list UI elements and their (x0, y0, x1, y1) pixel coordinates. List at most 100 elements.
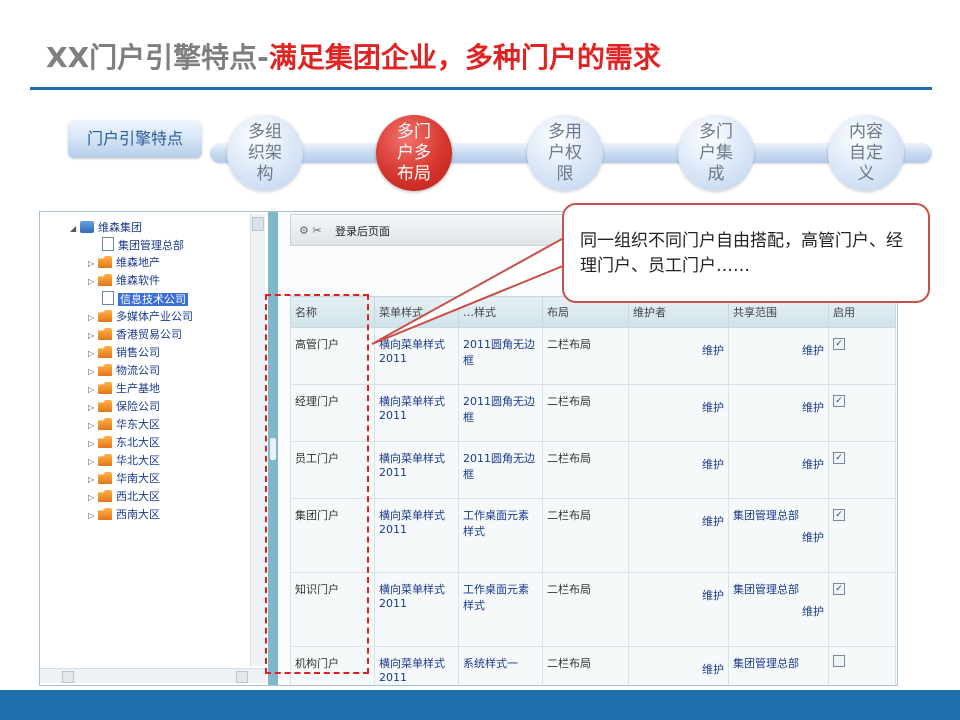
tree-vertical-scrollbar[interactable] (250, 214, 265, 666)
enabled-checkbox[interactable]: ✓ (833, 338, 845, 350)
scroll-left-button[interactable] (62, 671, 74, 683)
folder-icon (98, 490, 112, 502)
cell-menu-style[interactable]: 横向菜单样式2011 (374, 498, 459, 573)
nav-step-multi-integration[interactable]: 多门户集成 (678, 115, 754, 191)
feature-nav-tab[interactable]: 门户引擎特点 (68, 120, 202, 158)
cell-scope[interactable]: 集团管理总部 维护 (728, 498, 829, 573)
cell-enabled[interactable] (828, 646, 896, 685)
expand-toggle-icon[interactable]: ▷ (88, 400, 98, 416)
cell-maintainer[interactable]: 维护 (628, 646, 729, 685)
cell-enabled[interactable]: ✓ (828, 441, 896, 499)
cell-menu-style[interactable]: 横向菜单样式2011 (374, 646, 459, 685)
cell-portal-style[interactable]: 系统样式一 (458, 646, 543, 685)
expand-toggle-icon[interactable]: ▷ (88, 418, 98, 434)
column-header[interactable]: …样式 (458, 296, 543, 328)
expand-toggle-icon[interactable]: ▷ (88, 454, 98, 470)
tree-item[interactable]: ▷ 维森地产 (88, 255, 160, 271)
tree-item[interactable]: ▷ 物流公司 (88, 363, 160, 379)
cell-maintainer[interactable]: 维护 (628, 572, 729, 647)
footer-bar (0, 690, 960, 720)
tree-item[interactable]: ▷ 香港贸易公司 (88, 327, 182, 343)
tree-item[interactable]: ▷ 东北大区 (88, 435, 160, 451)
collapse-toggle-icon[interactable]: ◢ (70, 221, 80, 237)
name-column-highlight (265, 294, 369, 674)
scroll-up-button[interactable] (252, 217, 264, 231)
tree-horizontal-scrollbar[interactable] (40, 668, 266, 683)
cell-layout: 二栏布局 (542, 384, 629, 442)
cell-enabled[interactable]: ✓ (828, 498, 896, 573)
table-row[interactable]: 高管门户 横向菜单样式2011 2011圆角无边框 二栏布局 维护 维护 ✓ (290, 327, 896, 385)
cell-portal-style[interactable]: 工作桌面元素样式 (458, 572, 543, 647)
folder-icon (98, 364, 112, 376)
cell-menu-style[interactable]: 横向菜单样式2011 (374, 441, 459, 499)
cell-maintainer[interactable]: 维护 (628, 441, 729, 499)
tree-item[interactable]: ▷ 保险公司 (88, 399, 160, 415)
nav-step-multi-permission[interactable]: 多用户权限 (527, 115, 603, 191)
enabled-checkbox[interactable]: ✓ (833, 395, 845, 407)
cell-scope[interactable]: 集团管理总部 维护 (728, 572, 829, 647)
tree-item[interactable]: ▷ 华南大区 (88, 471, 160, 487)
nav-step-custom-content[interactable]: 内容自定义 (828, 115, 904, 191)
tree-item[interactable]: ▷ 销售公司 (88, 345, 160, 361)
cell-scope[interactable]: 维护 (728, 327, 829, 385)
expand-toggle-icon[interactable]: ▷ (88, 310, 98, 326)
nav-step-multi-portal[interactable]: 多门户多布局 (376, 115, 452, 191)
table-row[interactable]: 机构门户 横向菜单样式2011 系统样式一 二栏布局 维护 集团管理总部 (290, 646, 896, 685)
enabled-checkbox[interactable] (833, 655, 845, 667)
expand-toggle-icon[interactable]: ▷ (88, 328, 98, 344)
cell-enabled[interactable]: ✓ (828, 384, 896, 442)
expand-toggle-icon[interactable]: ▷ (88, 508, 98, 524)
cell-menu-style[interactable]: 横向菜单样式2011 (374, 327, 459, 385)
tree-item-selected[interactable]: 信息技术公司 (102, 291, 188, 307)
tree-item[interactable]: 集团管理总部 (102, 237, 184, 253)
cell-scope[interactable]: 集团管理总部 (728, 646, 829, 685)
expand-toggle-icon[interactable]: ▷ (88, 346, 98, 362)
folder-icon (98, 382, 112, 394)
table-row[interactable]: 员工门户 横向菜单样式2011 2011圆角无边框 二栏布局 维护 维护 ✓ (290, 441, 896, 499)
cell-menu-style[interactable]: 横向菜单样式2011 (374, 572, 459, 647)
cell-portal-style[interactable]: 工作桌面元素样式 (458, 498, 543, 573)
tree-item[interactable]: ▷ 维森软件 (88, 273, 160, 289)
expand-toggle-icon[interactable]: ▷ (88, 274, 98, 290)
cell-portal-style[interactable]: 2011圆角无边框 (458, 327, 543, 385)
table-row[interactable]: 知识门户 横向菜单样式2011 工作桌面元素样式 二栏布局 维护 集团管理总部维… (290, 572, 896, 647)
expand-toggle-icon[interactable]: ▷ (88, 490, 98, 506)
expand-toggle-icon[interactable]: ▷ (88, 382, 98, 398)
cell-menu-style[interactable]: 横向菜单样式2011 (374, 384, 459, 442)
tree-item[interactable]: ▷ 西北大区 (88, 489, 160, 505)
cell-enabled[interactable]: ✓ (828, 572, 896, 647)
group-icon (80, 221, 94, 233)
expand-toggle-icon[interactable]: ▷ (88, 436, 98, 452)
gear-icon[interactable]: ⚙ ✂ (299, 224, 322, 237)
cell-portal-style[interactable]: 2011圆角无边框 (458, 441, 543, 499)
enabled-checkbox[interactable]: ✓ (833, 583, 845, 595)
nav-step-multi-org[interactable]: 多组织架构 (227, 115, 303, 191)
table-row[interactable]: 经理门户 横向菜单样式2011 2011圆角无边框 二栏布局 维护 维护 ✓ (290, 384, 896, 442)
folder-icon (98, 508, 112, 520)
expand-toggle-icon[interactable]: ▷ (88, 364, 98, 380)
breadcrumb: 登录后页面 (335, 225, 390, 238)
tree-item[interactable]: ▷ 华北大区 (88, 453, 160, 469)
table-row[interactable]: 集团门户 横向菜单样式2011 工作桌面元素样式 二栏布局 维护 集团管理总部维… (290, 498, 896, 573)
title-divider (30, 87, 932, 90)
cell-maintainer[interactable]: 维护 (628, 498, 729, 573)
cell-enabled[interactable]: ✓ (828, 327, 896, 385)
enabled-checkbox[interactable]: ✓ (833, 452, 845, 464)
cell-scope[interactable]: 维护 (728, 441, 829, 499)
cell-maintainer[interactable]: 维护 (628, 327, 729, 385)
tree-root[interactable]: ◢ 维森集团 (70, 220, 142, 236)
expand-toggle-icon[interactable]: ▷ (88, 472, 98, 488)
cell-scope[interactable]: 维护 (728, 384, 829, 442)
slide-title-highlight: 满足集团企业，多种门户的需求 (268, 41, 661, 74)
scroll-right-button[interactable] (236, 671, 248, 683)
tree-item[interactable]: ▷ 多媒体产业公司 (88, 309, 193, 325)
column-header[interactable]: 菜单样式 (374, 296, 459, 328)
cell-maintainer[interactable]: 维护 (628, 384, 729, 442)
tree-item[interactable]: ▷ 西南大区 (88, 507, 160, 523)
tree-item[interactable]: ▷ 生产基地 (88, 381, 160, 397)
cell-layout: 二栏布局 (542, 572, 629, 647)
enabled-checkbox[interactable]: ✓ (833, 509, 845, 521)
tree-item[interactable]: ▷ 华东大区 (88, 417, 160, 433)
cell-portal-style[interactable]: 2011圆角无边框 (458, 384, 543, 442)
expand-toggle-icon[interactable]: ▷ (88, 256, 98, 272)
